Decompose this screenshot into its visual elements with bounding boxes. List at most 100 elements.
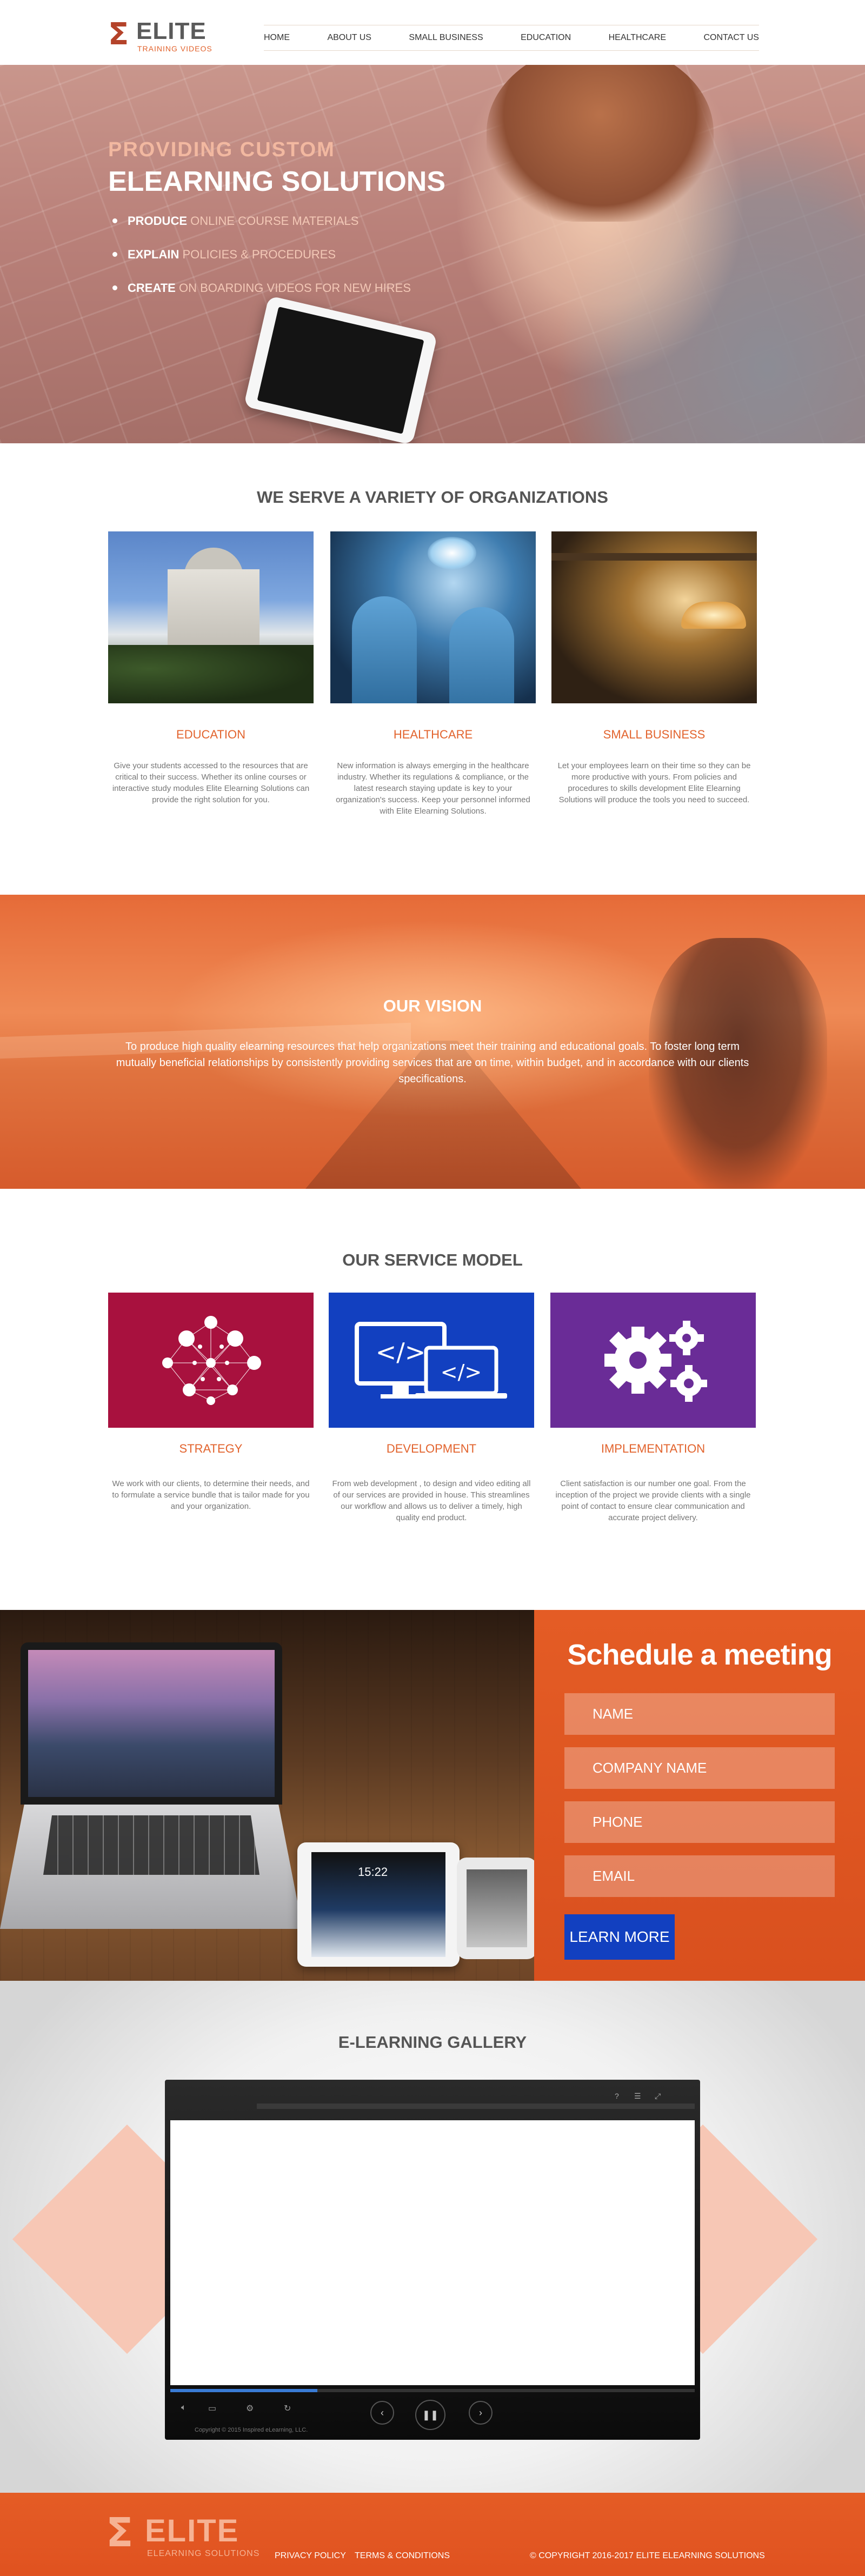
main-nav: HOME ABOUT US SMALL BUSINESS EDUCATION H… — [264, 25, 759, 51]
development-card: </> </> — [329, 1293, 534, 1428]
nav-healthcare[interactable]: HEALTHCARE — [609, 33, 666, 43]
surgical-light — [428, 537, 476, 569]
implementation-label: IMPLEMENTATION — [601, 1442, 706, 1455]
hero-bullet-text: ON BOARDING VIDEOS FOR NEW HIRES — [178, 281, 411, 295]
phone-field[interactable] — [564, 1801, 835, 1843]
strategy-card — [108, 1293, 314, 1428]
nav-home[interactable]: HOME — [264, 33, 290, 43]
pause-icon[interactable]: ❚❚ — [415, 2400, 445, 2430]
footer-copyright: © COPYRIGHT 2016-2017 ELITE ELEARNING SO… — [530, 2551, 765, 2560]
code-monitors-icon: </> </> — [355, 1322, 507, 1399]
privacy-policy-link[interactable]: PRIVACY POLICY — [275, 2551, 346, 2561]
logo-tagline: TRAINING VIDEOS — [137, 44, 212, 53]
hero-title: ELEARNING SOLUTIONS — [108, 166, 446, 197]
site-footer: Σ ELITE ELEARNING SOLUTIONS PRIVACY POLI… — [0, 2493, 865, 2576]
video-copyright: Copyright © 2015 Inspired eLearning, LLC… — [195, 2427, 308, 2433]
next-icon[interactable]: › — [469, 2401, 493, 2425]
development-text: From web development , to design and vid… — [332, 1479, 531, 1522]
small-business-text: Let your employees learn on their time s… — [557, 761, 751, 804]
implementation-card — [550, 1293, 756, 1428]
tablet-screen — [257, 307, 424, 434]
gears-icon — [604, 1321, 707, 1402]
footer-logo-tagline: ELEARNING SOLUTIONS — [147, 2549, 260, 2558]
schedule-title: Schedule a meeting — [567, 1639, 832, 1671]
implementation-text: Client satisfaction is our number one go… — [555, 1479, 751, 1522]
education-photo — [108, 531, 314, 703]
nav-education[interactable]: EDUCATION — [521, 33, 571, 43]
small-business-photo — [551, 531, 757, 703]
development-label: DEVELOPMENT — [386, 1442, 477, 1455]
video-fullscreen-icon[interactable]: ⤢ — [655, 2092, 661, 2101]
vision-title: OUR VISION — [383, 996, 482, 1015]
footer-logo-name: ELITE — [145, 2513, 239, 2548]
hero-bullet-bold: CREATE — [128, 281, 176, 295]
captions-icon[interactable]: ▭ — [208, 2403, 216, 2414]
tablet-screen: 15:22 — [311, 1852, 445, 1957]
devices-photo: 15:22 — [0, 1610, 534, 1981]
settings-icon[interactable]: ⚙ — [246, 2403, 254, 2414]
hero-bullet-text: ONLINE COURSE MATERIALS — [190, 214, 359, 228]
sigma-logo-icon: Σ — [108, 17, 129, 52]
logo-name: ELITE — [136, 18, 207, 44]
healthcare-photo — [330, 531, 536, 703]
hero-photo-tablet — [243, 295, 438, 443]
small-business-label: SMALL BUSINESS — [603, 728, 706, 741]
gallery-title: E-LEARNING GALLERY — [338, 2033, 527, 2052]
hero-bullet: EXPLAIN POLICIES & PROCEDURES — [112, 248, 411, 262]
sigma-logo-icon: Σ — [106, 2510, 134, 2556]
hero-bullet-text: POLICIES & PROCEDURES — [182, 248, 336, 261]
name-field[interactable] — [564, 1693, 835, 1735]
terms-link[interactable]: TERMS & CONDITIONS — [355, 2551, 450, 2561]
trees — [108, 645, 314, 703]
hero-bullets: PRODUCE ONLINE COURSE MATERIALS EXPLAIN … — [112, 214, 411, 315]
company-name-field[interactable] — [564, 1747, 835, 1789]
volume-icon[interactable]: 🔈︎ — [181, 2403, 187, 2413]
laptop — [21, 1642, 282, 1805]
video-progress-bar[interactable] — [170, 2389, 695, 2392]
education-label: EDUCATION — [176, 728, 245, 741]
svg-text:</>: </> — [441, 1360, 482, 1384]
hero-kicker: PROVIDING CUSTOM — [108, 138, 335, 161]
healthcare-label: HEALTHCARE — [393, 728, 473, 741]
video-top-bar — [257, 2104, 695, 2109]
education-text: Give your students accessed to the resou… — [112, 761, 310, 804]
video-help-icon[interactable]: ? — [615, 2092, 619, 2100]
schedule-form: Schedule a meeting LEARN MORE — [534, 1610, 865, 1981]
nav-small-business[interactable]: SMALL BUSINESS — [409, 33, 483, 43]
video-progress-fill — [170, 2389, 317, 2392]
hero-photo-woman — [487, 65, 714, 222]
laptop-keyboard — [43, 1815, 260, 1875]
svg-text:</>: </> — [376, 1337, 426, 1367]
site-header: Σ ELITE TRAINING VIDEOS HOME ABOUT US SM… — [0, 0, 865, 65]
tablet: 15:22 — [297, 1842, 460, 1967]
surgeon — [449, 607, 514, 703]
healthcare-text: New information is always emerging in th… — [336, 761, 530, 816]
nav-contact-us[interactable]: CONTACT US — [703, 33, 759, 43]
services-title: OUR SERVICE MODEL — [342, 1250, 523, 1269]
network-icon — [162, 1316, 261, 1405]
previous-icon[interactable]: ‹ — [370, 2401, 394, 2425]
strategy-label: STRATEGY — [179, 1442, 243, 1455]
vision-text: To produce high quality elearning resour… — [116, 1041, 749, 1085]
learn-more-button[interactable]: LEARN MORE — [564, 1914, 675, 1960]
video-screen[interactable] — [170, 2120, 695, 2385]
replay-icon[interactable]: ↻ — [284, 2403, 291, 2414]
cafe-shelf — [551, 553, 757, 561]
logo[interactable]: Σ ELITE TRAINING VIDEOS — [108, 17, 216, 54]
organizations-title: WE SERVE A VARIETY OF ORGANIZATIONS — [257, 488, 608, 507]
email-field[interactable] — [564, 1855, 835, 1897]
hero-bullet-bold: PRODUCE — [128, 214, 188, 228]
hero-bullet: CREATE ON BOARDING VIDEOS FOR NEW HIRES — [112, 281, 411, 295]
video-player: ? ☰ ⤢ 🔈︎ ▭ ⚙ ↻ ‹ ❚❚ › Copyright © 2015 I… — [165, 2080, 700, 2440]
phone — [457, 1858, 534, 1959]
nav-about-us[interactable]: ABOUT US — [327, 33, 371, 43]
tablet-time: 15:22 — [358, 1865, 388, 1879]
surgeon — [352, 596, 417, 703]
video-title-bar: ? ☰ ⤢ — [165, 2080, 700, 2114]
phone-screen — [467, 1869, 527, 1947]
strategy-text: We work with our clients, to determine t… — [112, 1479, 310, 1511]
cafe-lamp — [681, 602, 746, 629]
video-menu-icon[interactable]: ☰ — [634, 2092, 641, 2101]
hero-bullet: PRODUCE ONLINE COURSE MATERIALS — [112, 214, 411, 228]
hero-bullet-bold: EXPLAIN — [128, 248, 179, 261]
